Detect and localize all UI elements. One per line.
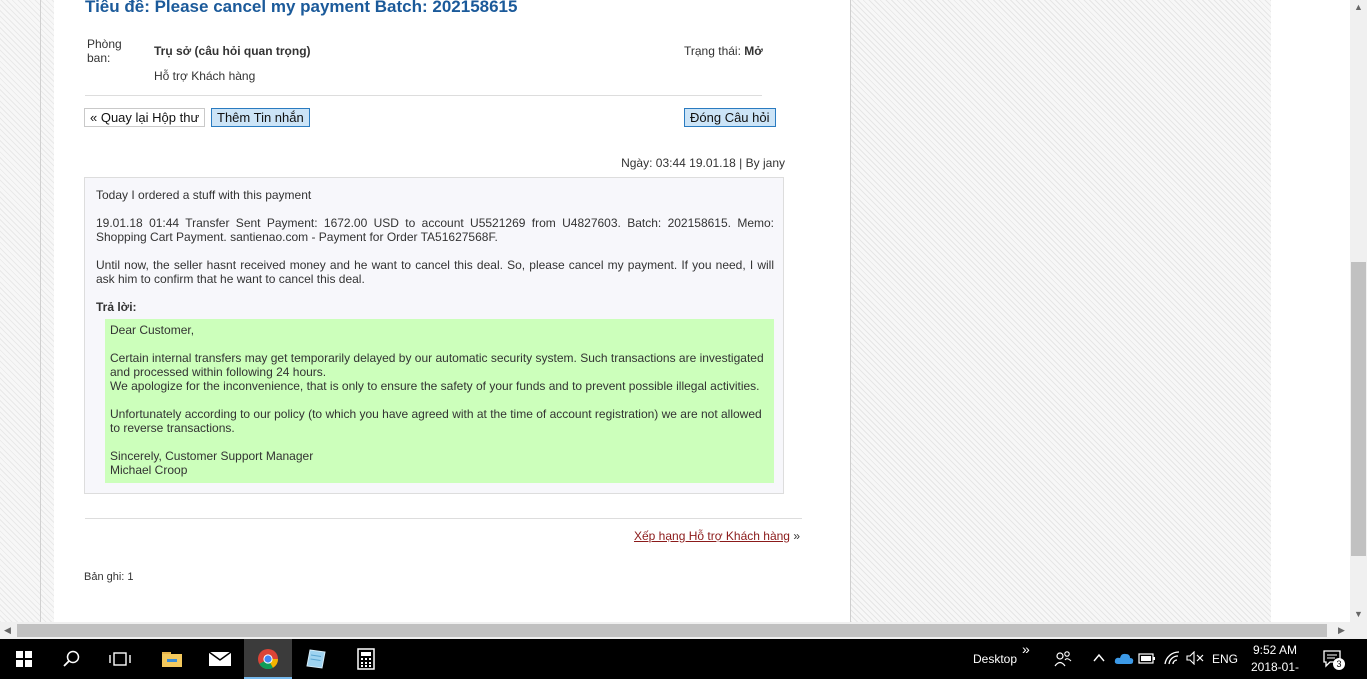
reply-box: Dear Customer, Certain internal transfer… [105,319,774,483]
task-view-icon[interactable] [96,639,144,679]
search-icon[interactable] [48,639,96,679]
sub-department-value: Hỗ trợ Khách hàng [154,69,256,83]
chrome-icon[interactable] [244,639,292,679]
add-message-button[interactable]: Thêm Tin nhắn [211,108,310,127]
message-box: Today I ordered a stuff with this paymen… [84,177,784,494]
onedrive-icon[interactable] [1114,651,1134,670]
horizontal-scroll-thumb[interactable] [17,624,1327,637]
message-para-3: Until now, the seller hasnt received mon… [96,258,774,286]
people-icon[interactable] [1054,650,1072,673]
chevron-up-icon[interactable] [1092,651,1106,670]
browser-viewport: Tiêu đề: Please cancel my payment Batch:… [0,0,1350,622]
clock-time: 9:52 AM [1252,643,1298,657]
reply-greeting: Dear Customer, [110,323,195,337]
taskbar-clock[interactable]: 9:52 AM 2018-01-20 [1245,642,1305,679]
rank-support-row: Xếp hạng Hỗ trợ Khách hàng » [634,529,800,543]
notification-center-icon[interactable]: 3 [1322,649,1345,674]
reply-line-2: We apologize for the inconvenience, that… [110,379,760,393]
windows-taskbar: Desktop » ENG 9:52 AM 2018-01-20 3 [0,639,1367,679]
wifi-icon[interactable] [1163,650,1181,671]
notification-badge: 3 [1333,658,1345,670]
message-para-2: 19.01.18 01:44 Transfer Sent Payment: 16… [96,216,774,244]
vertical-scroll-thumb[interactable] [1351,262,1366,556]
reply-label: Trả lời: [96,300,137,314]
right-pattern-sidebar [850,0,1311,622]
ticket-status: Trạng thái: Mở [684,44,763,58]
status-label: Trạng thái: [684,44,741,58]
status-value: Mở [744,44,763,58]
message-date: Ngày: 03:44 19.01.18 | By jany [621,156,785,170]
scroll-left-icon[interactable]: ◀ [4,625,11,636]
message-para-1: Today I ordered a stuff with this paymen… [96,188,312,202]
left-pattern-margin [0,0,54,622]
mail-icon[interactable] [196,639,244,679]
back-to-inbox-button[interactable]: « Quay lại Hộp thư [84,108,206,127]
calculator-icon[interactable] [342,639,390,679]
reply-signature-2: Michael Croop [110,463,188,477]
notepad-icon[interactable] [292,639,340,679]
ticket-title: Tiêu đề: Please cancel my payment Batch:… [85,0,518,16]
department-label: Phòng ban: [87,37,122,65]
clock-date: 2018-01-20 [1250,660,1300,679]
meta-divider [85,95,762,96]
scroll-right-icon[interactable]: ▶ [1338,625,1345,636]
reply-line-1: Certain internal transfers may get tempo… [110,351,764,379]
reply-line-3: Unfortunately according to our policy (t… [110,407,762,435]
desktop-toolbar-label[interactable]: Desktop [973,652,1017,666]
windows-icon[interactable] [0,639,48,679]
ticket-content: Tiêu đề: Please cancel my payment Batch:… [54,0,850,622]
footer-divider [85,518,802,519]
rank-support-arrow: » [793,529,800,543]
language-indicator[interactable]: ENG [1212,652,1238,666]
toolbar-chevron-icon[interactable]: » [1022,641,1030,657]
vertical-scrollbar[interactable]: ▲ ▼ [1350,0,1367,622]
file-explorer-icon[interactable] [148,639,196,679]
volume-muted-icon[interactable] [1186,650,1204,670]
rank-support-link[interactable]: Xếp hạng Hỗ trợ Khách hàng [634,529,790,543]
scroll-down-icon[interactable]: ▼ [1354,609,1363,619]
scroll-up-icon[interactable]: ▲ [1354,2,1363,12]
department-value: Trụ sở (câu hỏi quan trọng) [154,44,311,58]
close-ticket-button[interactable]: Đóng Câu hỏi [684,108,776,127]
records-count: Bản ghi: 1 [84,571,134,583]
reply-signature-1: Sincerely, Customer Support Manager [110,449,314,463]
battery-icon[interactable] [1138,651,1156,670]
horizontal-scrollbar[interactable]: ◀ ▶ [0,622,1350,639]
